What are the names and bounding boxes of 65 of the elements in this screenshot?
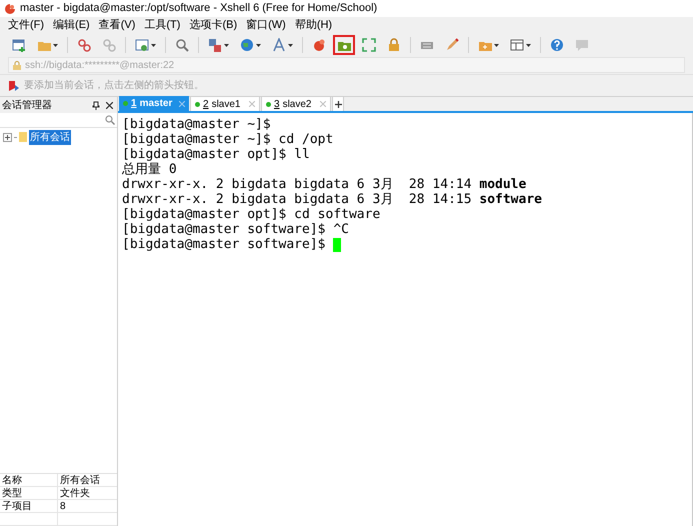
property-value: 文件夹 (59, 487, 91, 500)
globe-icon (240, 38, 254, 52)
caret-icon[interactable] (151, 44, 156, 46)
new-window-icon (12, 38, 26, 52)
app-logo-icon (4, 2, 16, 14)
search-icon[interactable] (105, 115, 115, 125)
plus-icon (334, 100, 342, 108)
menu-item[interactable]: 工具(T) (144, 17, 180, 34)
shell-logo-icon (312, 38, 326, 52)
caret-icon[interactable] (224, 44, 229, 46)
caret-icon[interactable] (494, 44, 499, 46)
property-name: 类型 (0, 487, 58, 500)
caret-icon[interactable] (288, 44, 293, 46)
menu-item[interactable]: 窗口(W) (246, 17, 286, 34)
transfer-icon (208, 38, 222, 52)
caret-icon[interactable] (53, 44, 58, 46)
caret-icon[interactable] (526, 44, 531, 46)
fullscreen-icon (362, 38, 376, 52)
menu-item[interactable]: 文件(F) (8, 17, 44, 34)
status-dot-icon (266, 102, 271, 106)
terminal-line: [bigdata@master software]$ ^C (122, 222, 349, 237)
folder-icon (19, 132, 27, 142)
menu-item[interactable]: 选项卡(B) (189, 17, 238, 34)
file-transfer-folder-button[interactable] (333, 35, 355, 55)
property-name: 名称 (0, 474, 58, 487)
menu-item[interactable]: 查看(V) (98, 17, 136, 34)
pin-icon[interactable] (92, 100, 100, 110)
status-dot-icon (195, 102, 200, 106)
help-icon (550, 38, 564, 52)
tree-item[interactable]: 所有会话 (29, 130, 71, 144)
terminal-line: [bigdata@master ~]$ (122, 117, 271, 132)
lock-icon (13, 60, 21, 70)
caret-icon[interactable] (256, 44, 261, 46)
add-tab-button[interactable] (332, 96, 344, 111)
chat-icon (575, 38, 589, 52)
panel-title: 会话管理器 (2, 98, 53, 112)
status-dot-icon (123, 101, 128, 106)
terminal-line: [bigdata@master software]$ (122, 237, 326, 252)
tab[interactable]: 3 slave2 (261, 96, 331, 111)
terminal-line: drwxr-xr-x. 2 bigdata bigdata 6 3月 28 14:14 module (122, 177, 526, 192)
property-value: 所有会话 (59, 474, 101, 487)
menu-item[interactable]: 编辑(E) (53, 17, 90, 34)
terminal-line: [bigdata@master opt]$ cd software (122, 207, 380, 222)
font-icon (272, 38, 286, 52)
tab[interactable]: 2 slave1 (190, 96, 260, 111)
layout-icon (510, 38, 524, 52)
search-icon (175, 38, 189, 52)
terminal-line: [bigdata@master ~]$ cd /opt (122, 132, 334, 147)
terminal-line: drwxr-xr-x. 2 bigdata bigdata 6 3月 28 14:15 software (122, 192, 542, 207)
close-icon[interactable] (106, 102, 113, 108)
tab-settings-icon (135, 38, 149, 52)
pen-icon (445, 38, 459, 52)
lock-icon (387, 38, 401, 52)
window-title: master - bigdata@master:/opt/software - Xshell 6 (Free for Home/School) (20, 1, 378, 16)
hint-text: 要添加当前会话，点击左侧的箭头按钮。 (24, 78, 204, 93)
expand-toggle-icon[interactable] (3, 132, 12, 142)
search-field[interactable] (0, 113, 117, 128)
terminal-line: 总用量 0 (122, 162, 177, 177)
property-name: 子项目 (0, 500, 58, 513)
unlink-icon (102, 38, 116, 52)
property-value: 8 (59, 500, 67, 513)
link-icon (77, 38, 91, 52)
terminal-line: [bigdata@master opt]$ ll (122, 147, 310, 162)
menu-item[interactable]: 帮助(H) (294, 17, 332, 34)
arrow-icon[interactable] (8, 80, 20, 92)
